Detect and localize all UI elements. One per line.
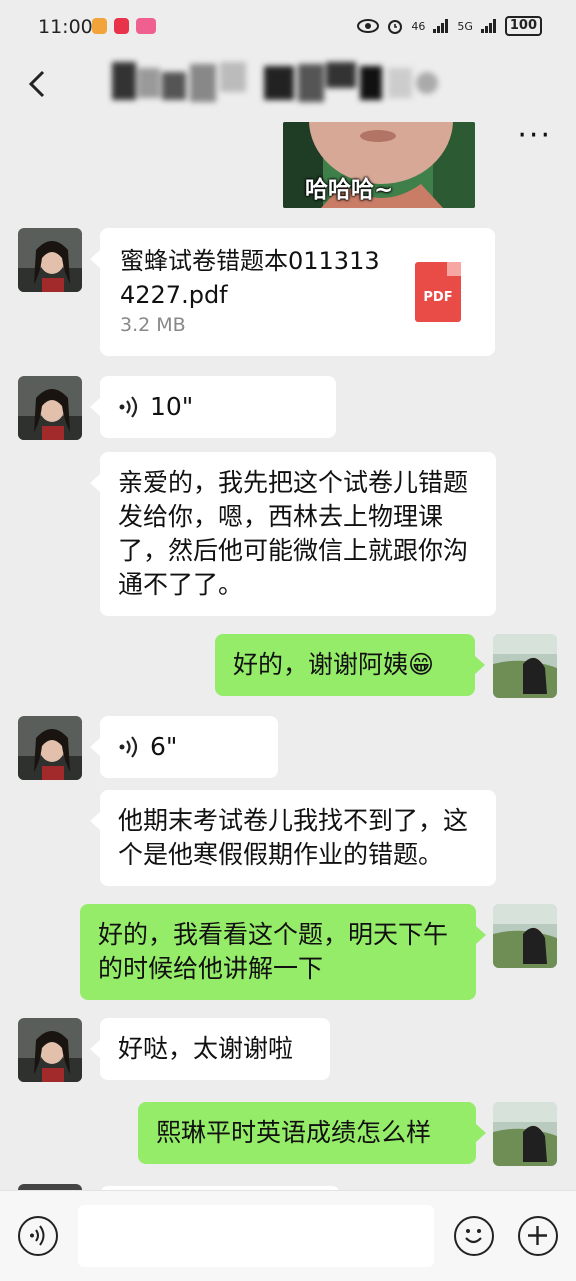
text-message[interactable]: 他期末考试卷儿我找不到了，这个是他寒假假期作业的错题。: [90, 790, 496, 886]
sticker-image[interactable]: 哈哈哈~: [283, 122, 475, 208]
voice-message[interactable]: 10": [90, 376, 336, 438]
file-message[interactable]: 蜜蜂试卷错题本0113134227.pdf 3.2 MB PDF: [90, 228, 495, 356]
signal-label-2: 5G: [457, 19, 473, 33]
chevron-left-icon[interactable]: [18, 64, 58, 104]
plus-icon[interactable]: [518, 1216, 558, 1256]
file-size: 3.2 MB: [120, 314, 186, 336]
status-time: 11:00: [38, 16, 93, 38]
text-message[interactable]: 亲爱的，我先把这个试卷儿错题发给你，嗯，西林去上物理课了，然后他可能微信上就跟你…: [90, 452, 496, 616]
more-options-button[interactable]: ···: [517, 121, 552, 151]
contact-avatar[interactable]: [18, 228, 82, 292]
notification-app-icon: [114, 18, 129, 34]
battery-indicator: 100: [504, 16, 542, 36]
contact-avatar[interactable]: [18, 1018, 82, 1082]
my-text-message[interactable]: 好的，谢谢阿姨😁: [215, 634, 485, 696]
voice-wave-icon: [119, 396, 138, 418]
sticker-caption: 哈哈哈~: [305, 177, 394, 203]
signal-bars-icon: [433, 19, 449, 33]
eye-icon: [357, 19, 380, 33]
text-message[interactable]: 好哒，太谢谢啦: [90, 1018, 330, 1080]
voice-mode-icon[interactable]: [18, 1216, 58, 1256]
alarm-icon: [388, 20, 403, 34]
status-bar: 11:00 46 5G 100: [0, 0, 576, 56]
file-name: 蜜蜂试卷错题本0113134227.pdf: [120, 247, 380, 309]
my-text-message[interactable]: 熙琳平时英语成绩怎么样: [138, 1102, 486, 1164]
emoji-icon[interactable]: [454, 1216, 494, 1256]
pdf-icon-label: PDF: [423, 290, 453, 305]
signal-bars-icon: [480, 19, 496, 33]
my-avatar[interactable]: [493, 1102, 557, 1166]
my-avatar[interactable]: [493, 904, 557, 968]
input-bar: [0, 1190, 576, 1281]
status-right-group: 46 5G 100: [357, 16, 542, 36]
voice-wave-icon: [119, 736, 138, 758]
chat-title: [112, 62, 452, 104]
notification-app-icon: [92, 18, 107, 34]
my-avatar[interactable]: [493, 634, 557, 698]
notification-app-icon: [136, 18, 156, 34]
message-input[interactable]: [78, 1205, 434, 1267]
pdf-file-icon: PDF: [415, 262, 461, 322]
voice-duration: 10": [150, 392, 194, 421]
voice-message[interactable]: 6": [90, 716, 278, 778]
contact-avatar[interactable]: [18, 716, 82, 780]
voice-duration: 6": [150, 732, 178, 761]
contact-avatar[interactable]: [18, 376, 82, 440]
my-text-message[interactable]: 好的，我看看这个题，明天下午的时候给他讲解一下: [80, 904, 486, 1000]
signal-label-1: 46: [411, 19, 426, 33]
